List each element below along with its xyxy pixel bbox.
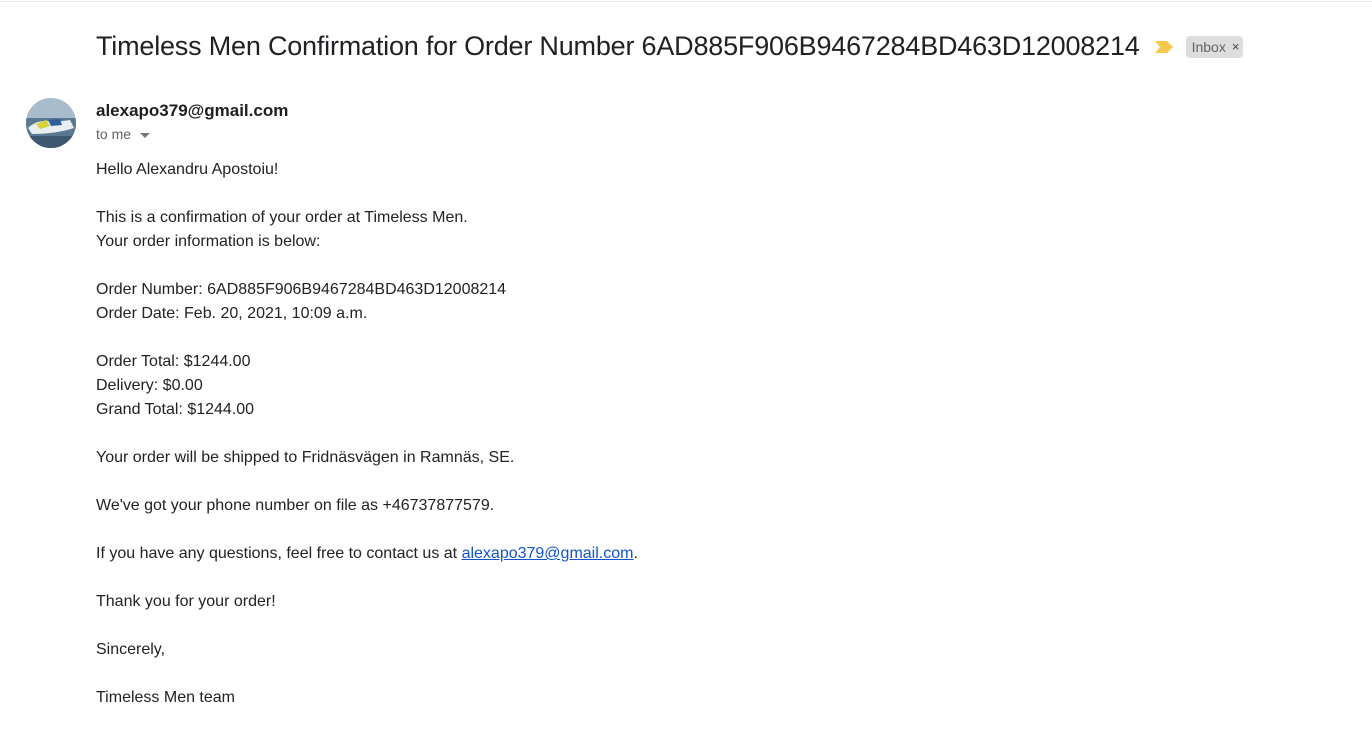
intro-line-2: Your order information is below: [96, 233, 321, 250]
signature: Timeless Men team [96, 689, 235, 706]
thanks-line: Thank you for your order! [96, 593, 276, 610]
recipient-line: to me [96, 126, 151, 142]
importance-marker-icon[interactable] [1154, 40, 1174, 54]
remove-label-icon[interactable]: × [1232, 38, 1240, 56]
inbox-label-chip[interactable]: Inbox × [1185, 36, 1244, 58]
email-subject: Timeless Men Confirmation for Order Numb… [96, 30, 1140, 61]
contact-prefix: If you have any questions, feel free to … [96, 545, 462, 562]
shipping-info: Your order will be shipped to Fridnäsväg… [96, 449, 515, 466]
contact-suffix: . [633, 545, 638, 562]
inbox-label-text: Inbox [1191, 39, 1226, 55]
sender-email[interactable]: alexapo379@gmail.com [96, 101, 288, 121]
greeting: Hello Alexandru Apostoiu! [96, 161, 279, 178]
grand-total: Grand Total: $1244.00 [96, 401, 255, 418]
contact-line: If you have any questions, feel free to … [96, 542, 1296, 566]
phone-info: We've got your phone number on file as +… [96, 497, 495, 514]
order-date: Order Date: Feb. 20, 2021, 10:09 a.m. [96, 305, 368, 322]
avatar-photo-icon [26, 98, 76, 148]
delivery-cost: Delivery: $0.00 [96, 377, 203, 394]
sender-avatar[interactable] [26, 98, 76, 148]
subject-row: Timeless Men Confirmation for Order Numb… [96, 26, 1244, 66]
order-number: Order Number: 6AD885F906B9467284BD463D12… [96, 281, 507, 298]
recipient-text: to me [96, 126, 132, 142]
closing-line: Sincerely, [96, 641, 166, 658]
intro-line-1: This is a confirmation of your order at … [96, 209, 468, 226]
order-total: Order Total: $1244.00 [96, 353, 251, 370]
top-divider [0, 0, 1372, 2]
recipient-details-dropdown-icon[interactable] [140, 132, 151, 138]
email-body: Hello Alexandru Apostoiu! This is a conf… [96, 158, 1296, 710]
contact-email-link[interactable]: alexapo379@gmail.com [462, 545, 634, 562]
